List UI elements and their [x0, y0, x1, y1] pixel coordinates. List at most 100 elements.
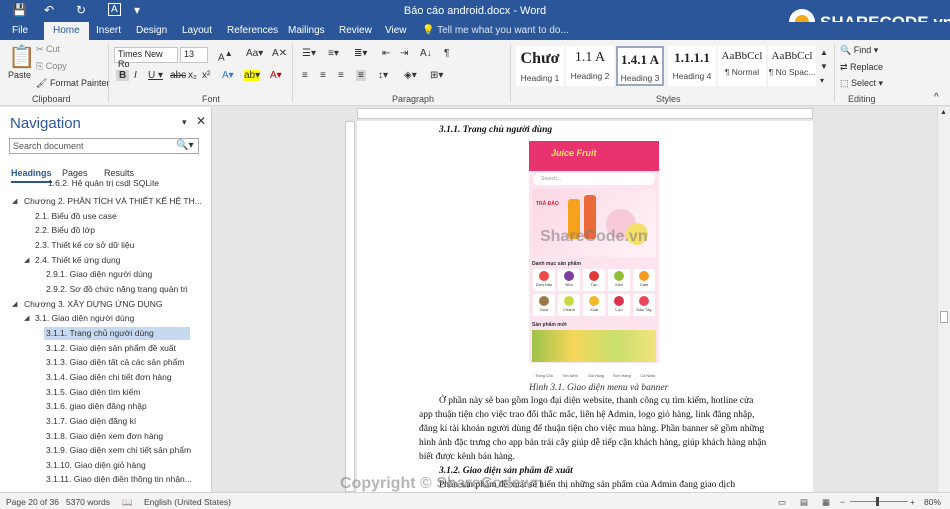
clipboard-icon[interactable]: 📋: [8, 44, 35, 70]
superscript-icon[interactable]: x²: [202, 70, 210, 81]
nav-heading[interactable]: 2.9.2. Sơ đồ chức năng trang quản trị: [46, 283, 188, 296]
text-effects-icon[interactable]: A▾: [222, 70, 234, 81]
nav-heading[interactable]: 3.1. Giao diện người dùng: [35, 312, 134, 325]
nav-heading[interactable]: Chương 2. PHÂN TÍCH VÀ THIẾT KẾ HỆ TH...: [24, 195, 202, 208]
align-right-icon[interactable]: ≡: [338, 70, 344, 81]
collapse-ribbon-icon[interactable]: ^: [934, 92, 939, 103]
vertical-ruler[interactable]: [345, 121, 355, 492]
nav-heading[interactable]: 2.1. Biểu đồ use case: [35, 210, 117, 223]
font-size-field[interactable]: 13: [180, 47, 208, 63]
tab-mailings[interactable]: Mailings: [288, 25, 325, 36]
word-count[interactable]: 5370 words: [66, 497, 110, 507]
show-marks-icon[interactable]: ¶: [444, 48, 449, 59]
underline-icon[interactable]: U ▾: [148, 70, 163, 81]
strikethrough-icon[interactable]: abc: [170, 70, 186, 81]
tab-view[interactable]: View: [385, 25, 407, 36]
nav-heading[interactable]: Chương 3. XÂY DỰNG ỨNG DỤNG: [24, 298, 163, 311]
collapse-triangle-icon[interactable]: ◢: [12, 300, 17, 308]
shading-icon[interactable]: ◈▾: [404, 70, 417, 81]
nav-heading[interactable]: 3.1.5. Giao diện tìm kiếm: [46, 386, 141, 399]
grow-font-icon[interactable]: A▲: [218, 48, 233, 63]
nav-heading[interactable]: 3.1.10. Giao diện giỏ hàng: [46, 459, 146, 472]
nav-heading[interactable]: 3.1.11. Giao diện điền thông tin nhận...: [46, 473, 192, 486]
nav-heading[interactable]: 1.6.2. Hệ quản trị csdl SQLite: [48, 180, 159, 188]
page-count[interactable]: Page 20 of 36: [6, 497, 59, 507]
copy-button[interactable]: ⎘ Copy: [36, 61, 67, 72]
collapse-triangle-icon[interactable]: ◢: [12, 197, 17, 205]
sort-icon[interactable]: A↓: [420, 48, 432, 59]
borders-icon[interactable]: ⊞▾: [430, 70, 443, 81]
multilevel-icon[interactable]: ≣▾: [354, 48, 367, 59]
nav-tab-headings[interactable]: Headings: [11, 168, 52, 183]
nav-heading[interactable]: 2.4. Thiết kế ứng dụng: [35, 254, 120, 267]
scrollbar-thumb[interactable]: [940, 311, 948, 323]
scroll-up-icon[interactable]: ▲: [940, 109, 947, 116]
nav-heading[interactable]: 3.1.9. Giao diện xem chi tiết sản phẩm: [46, 444, 191, 457]
align-left-icon[interactable]: ≡: [302, 70, 308, 81]
zoom-slider-thumb[interactable]: [876, 497, 879, 506]
collapse-triangle-icon[interactable]: ◢: [24, 314, 29, 322]
styles-scroll-up-icon[interactable]: ▲: [820, 48, 828, 57]
print-layout-icon[interactable]: ▤: [800, 497, 808, 508]
subscript-icon[interactable]: x₂: [188, 70, 197, 81]
paste-button[interactable]: Paste: [8, 70, 31, 80]
tab-file[interactable]: File: [12, 25, 28, 36]
nav-heading[interactable]: 3.1.6. giao diện đăng nhập: [46, 400, 147, 413]
horizontal-ruler[interactable]: [357, 108, 813, 119]
cut-button[interactable]: ✂ Cut: [36, 44, 60, 55]
select-button[interactable]: ⬚ Select ▾: [840, 78, 883, 89]
nav-heading[interactable]: 3.1.2. Giao diện sản phẩm đề xuất: [46, 342, 176, 355]
tab-home[interactable]: Home: [44, 22, 89, 40]
justify-icon[interactable]: ≡: [356, 70, 366, 81]
tab-insert[interactable]: Insert: [96, 25, 121, 36]
style-heading-2[interactable]: 1.1 A Heading 2: [566, 46, 614, 86]
document-page[interactable]: 3.1.1. Trang chủ người dùng Juice Fruit …: [357, 121, 813, 492]
bold-icon[interactable]: B: [116, 70, 130, 81]
format-painter-button[interactable]: 🖌 Format Painter: [36, 78, 109, 89]
replace-button[interactable]: ⇄ Replace: [840, 62, 883, 73]
font-name-field[interactable]: Times New Ro: [114, 47, 178, 69]
clear-format-icon[interactable]: A✕: [272, 48, 287, 59]
nav-search-input[interactable]: Search document: [9, 138, 199, 154]
tab-references[interactable]: References: [227, 25, 278, 36]
collapse-triangle-icon[interactable]: ◢: [24, 256, 29, 264]
zoom-level[interactable]: 80%: [924, 497, 941, 507]
tab-design[interactable]: Design: [136, 25, 167, 36]
search-icon[interactable]: 🔍▾: [176, 140, 193, 151]
nav-tab-pages[interactable]: Pages: [62, 168, 88, 178]
nav-heading[interactable]: 3.1.8. Giao diện xem đơn hàng: [46, 430, 163, 443]
style-heading-3[interactable]: 1.4.1 A Heading 3: [616, 46, 664, 86]
line-spacing-icon[interactable]: ↕▾: [378, 70, 388, 81]
zoom-slider[interactable]: [850, 501, 908, 502]
decrease-indent-icon[interactable]: ⇤: [382, 48, 390, 59]
read-mode-icon[interactable]: ▭: [778, 497, 786, 508]
nav-heading[interactable]: 3.1.7. Giao diện đăng kí: [46, 415, 136, 428]
increase-indent-icon[interactable]: ⇥: [400, 48, 408, 59]
web-layout-icon[interactable]: ▦: [822, 497, 830, 508]
bullets-icon[interactable]: ☰▾: [302, 48, 316, 59]
proofing-icon[interactable]: 📖: [122, 497, 133, 508]
nav-options-icon[interactable]: ▾: [182, 117, 187, 128]
nav-heading[interactable]: 3.1.3. Giao diện tất cả các sản phẩm: [46, 356, 184, 369]
zoom-out-icon[interactable]: −: [840, 497, 845, 507]
tell-me-box[interactable]: 💡 Tell me what you want to do...: [422, 25, 569, 36]
nav-heading[interactable]: 2.3. Thiết kế cơ sở dữ liệu: [35, 239, 134, 252]
nav-heading[interactable]: 2.2. Biểu đồ lớp: [35, 224, 95, 237]
find-button[interactable]: 🔍 Find ▾: [840, 45, 878, 56]
style-normal[interactable]: AaBbCcl ¶ Normal: [718, 46, 766, 86]
close-icon[interactable]: ✕: [196, 114, 206, 128]
style-heading-1[interactable]: Chươ Heading 1: [516, 46, 564, 86]
font-color-icon[interactable]: A▾: [270, 70, 282, 81]
change-case-icon[interactable]: Aa▾: [246, 48, 263, 59]
style-heading-4[interactable]: 1.1.1.1 Heading 4: [668, 46, 716, 86]
italic-icon[interactable]: I: [134, 70, 137, 81]
numbering-icon[interactable]: ≡▾: [328, 48, 339, 59]
nav-heading-selected[interactable]: 3.1.1. Trang chủ người dùng: [44, 327, 190, 340]
tab-layout[interactable]: Layout: [182, 25, 212, 36]
nav-heading[interactable]: 2.9.1. Giao diện người dùng: [46, 268, 152, 281]
styles-more-icon[interactable]: ▾: [820, 76, 824, 85]
tab-review[interactable]: Review: [339, 25, 372, 36]
styles-scroll-down-icon[interactable]: ▼: [820, 62, 828, 71]
style-no-spacing[interactable]: AaBbCcl ¶ No Spac...: [768, 46, 816, 86]
language[interactable]: English (United States): [144, 497, 231, 507]
